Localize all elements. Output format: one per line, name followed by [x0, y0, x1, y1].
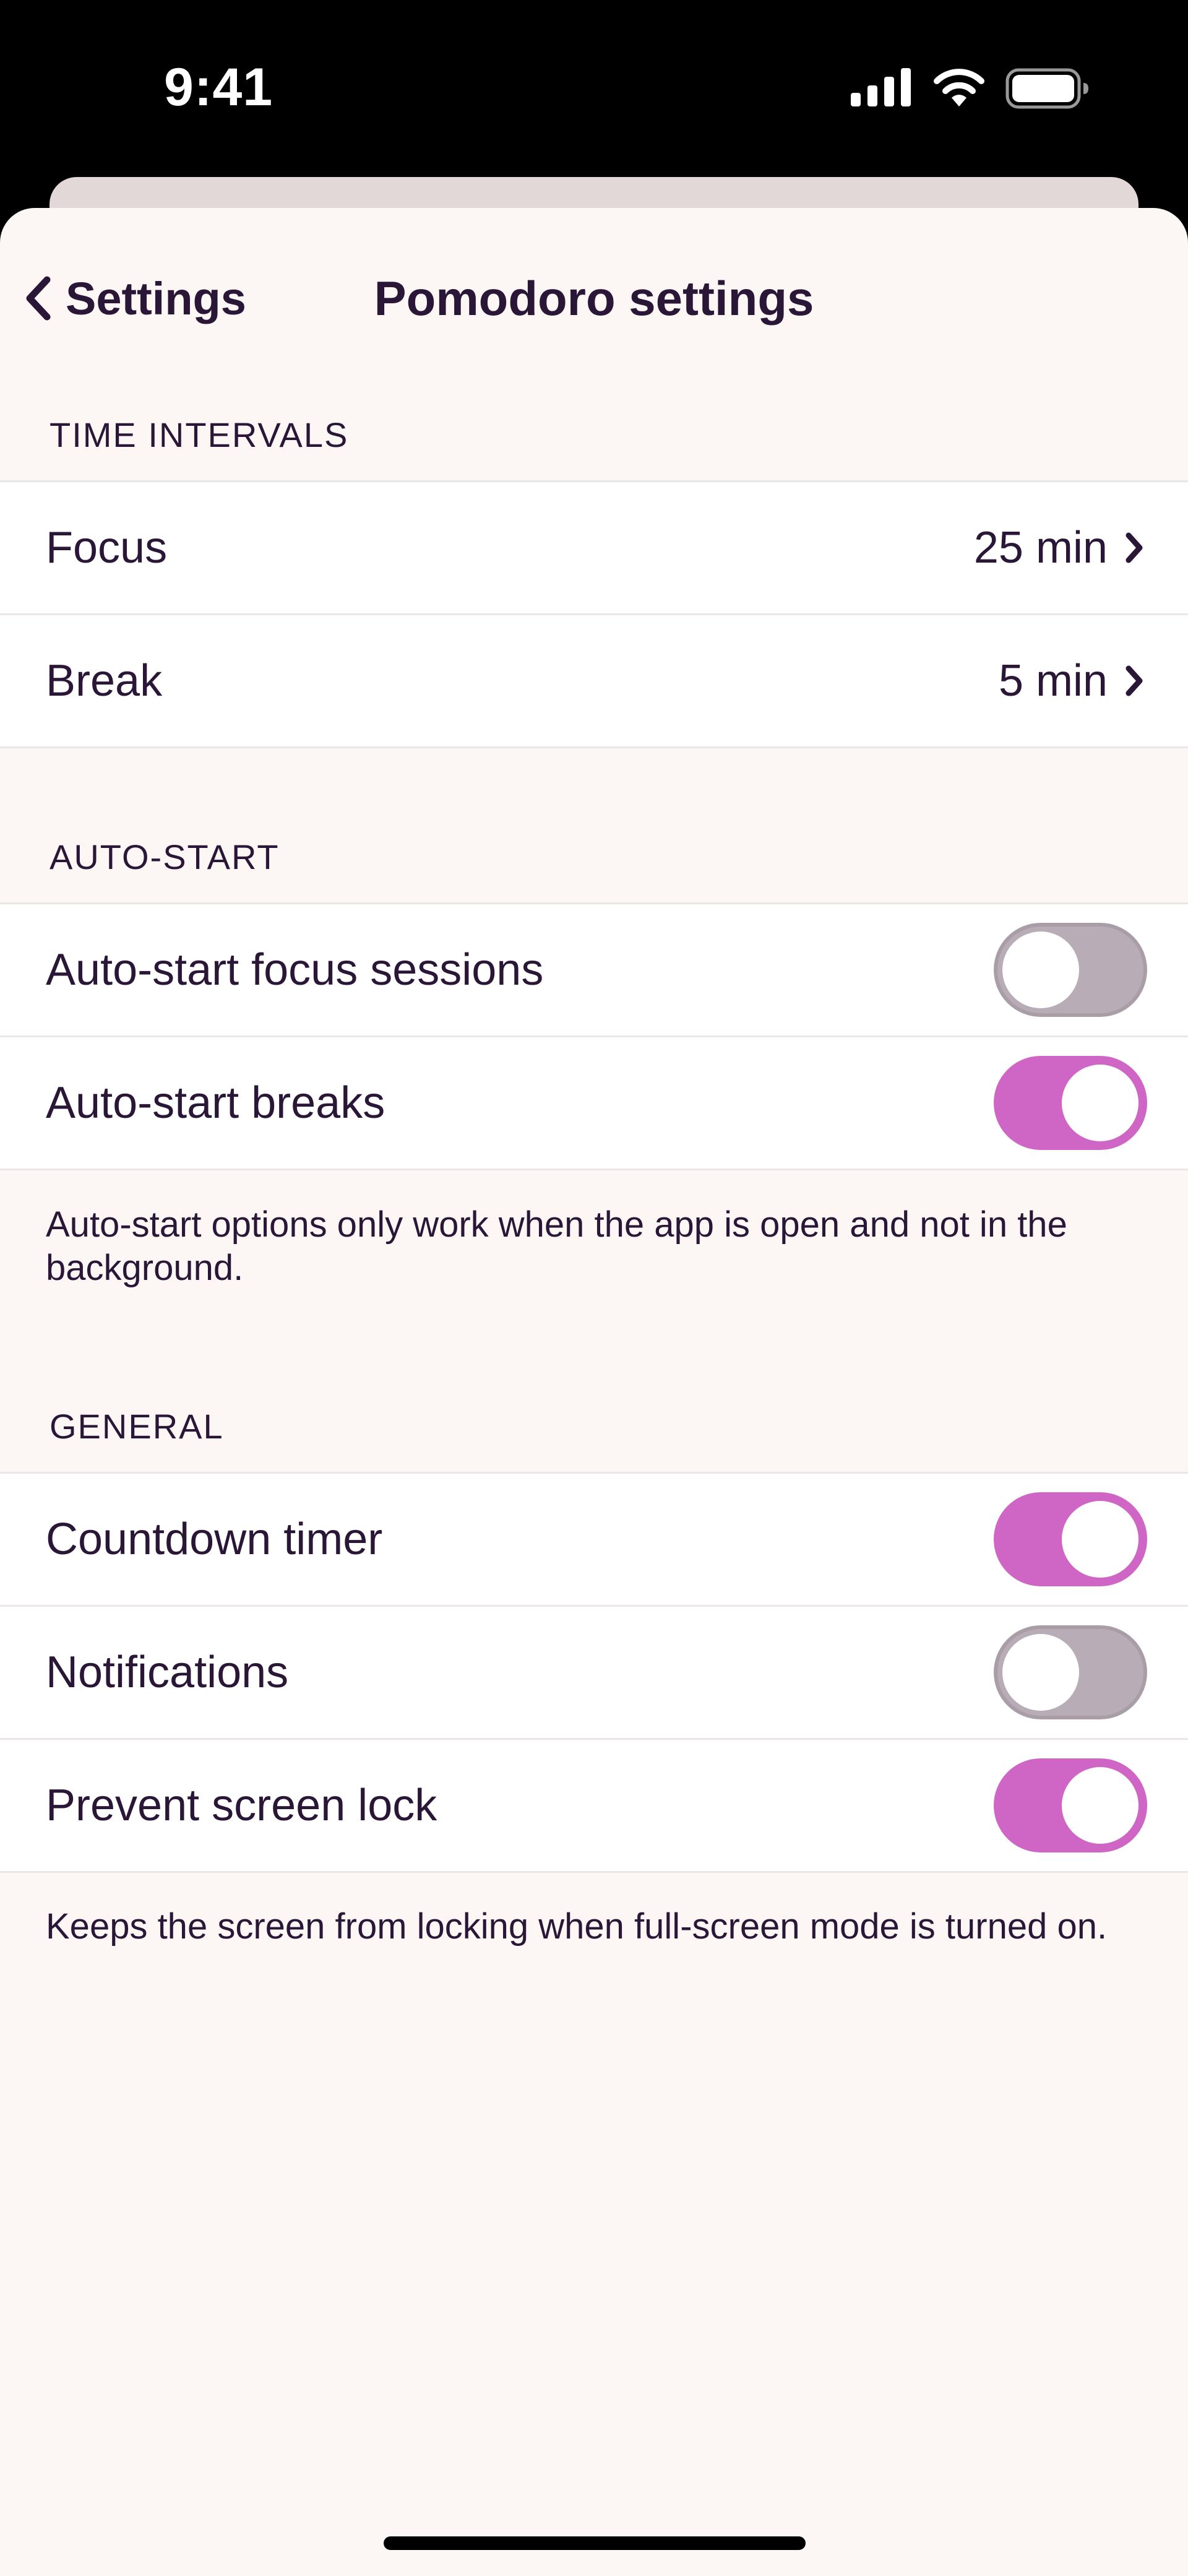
battery-icon: [1005, 68, 1088, 109]
countdown-timer-row: Countdown timer: [0, 1474, 1188, 1605]
notifications-label: Notifications: [46, 1648, 289, 1697]
auto-start-group: Auto-start focus sessions Auto-start bre…: [0, 902, 1188, 1170]
auto-start-focus-toggle[interactable]: [994, 923, 1147, 1017]
signal-icon: [851, 68, 911, 106]
prevent-screen-lock-row: Prevent screen lock: [0, 1738, 1188, 1871]
focus-label: Focus: [46, 523, 168, 573]
auto-start-breaks-row: Auto-start breaks: [0, 1035, 1188, 1169]
wifi-icon: [934, 69, 984, 106]
prevent-screen-lock-toggle[interactable]: [994, 1758, 1147, 1852]
focus-row[interactable]: Focus 25 min: [0, 482, 1188, 613]
auto-start-focus-label: Auto-start focus sessions: [46, 945, 544, 995]
general-group: Countdown timer Notifications Prevent sc…: [0, 1472, 1188, 1873]
auto-start-breaks-toggle[interactable]: [994, 1056, 1147, 1150]
break-row[interactable]: Break 5 min: [0, 613, 1188, 746]
focus-value: 25 min: [973, 523, 1108, 573]
auto-start-footnote: Auto-start options only work when the ap…: [46, 1204, 1067, 1288]
break-value: 5 min: [998, 656, 1108, 706]
settings-sheet: Settings Pomodoro settings TIME INTERVAL…: [0, 208, 1188, 2576]
toggle-knob: [1062, 1065, 1138, 1141]
status-time: 9:41: [164, 58, 273, 117]
chevron-right-icon: [1126, 532, 1143, 563]
prevent-screen-lock-label: Prevent screen lock: [46, 1781, 437, 1830]
toggle-knob: [1062, 1501, 1138, 1578]
break-label: Break: [46, 656, 163, 706]
notifications-toggle[interactable]: [994, 1625, 1147, 1719]
auto-start-focus-row: Auto-start focus sessions: [0, 904, 1188, 1035]
section-header-time-intervals: TIME INTERVALS: [50, 415, 349, 454]
section-header-auto-start: AUTO-START: [50, 837, 280, 876]
toggle-knob: [1002, 931, 1079, 1008]
toggle-knob: [1002, 1634, 1079, 1711]
countdown-timer-label: Countdown timer: [46, 1515, 383, 1564]
home-indicator: [384, 2536, 806, 2550]
page-title: Pomodoro settings: [374, 271, 814, 326]
countdown-timer-toggle[interactable]: [994, 1492, 1147, 1586]
auto-start-breaks-label: Auto-start breaks: [46, 1078, 385, 1128]
notifications-row: Notifications: [0, 1605, 1188, 1738]
section-header-general: GENERAL: [50, 1407, 224, 1446]
general-footnote: Keeps the screen from locking when full-…: [46, 1906, 1108, 1947]
status-bar: 9:41: [0, 0, 1188, 179]
chevron-right-icon: [1126, 665, 1143, 696]
toggle-knob: [1062, 1767, 1138, 1844]
navigation-bar: Settings Pomodoro settings: [0, 208, 1188, 383]
time-intervals-group: Focus 25 min Break 5 min: [0, 480, 1188, 748]
